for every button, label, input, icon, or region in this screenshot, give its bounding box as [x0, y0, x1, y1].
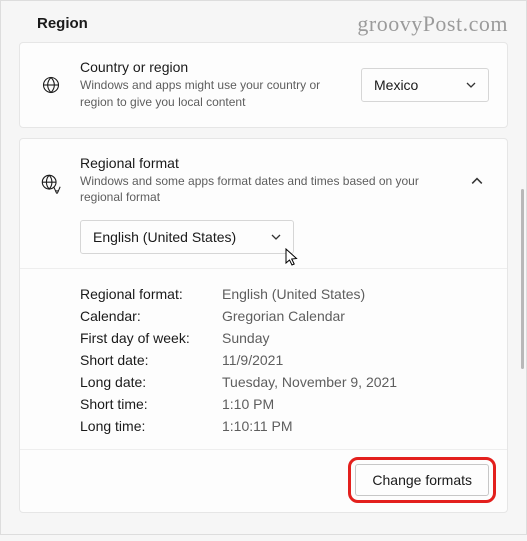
chevron-down-icon	[466, 80, 476, 90]
change-formats-button[interactable]: Change formats	[355, 464, 489, 496]
regional-format-select-value: English (United States)	[93, 229, 236, 245]
detail-row: Regional format: English (United States)	[80, 283, 489, 305]
detail-value: 1:10 PM	[222, 396, 274, 412]
country-select-value: Mexico	[374, 77, 418, 93]
detail-row: Calendar: Gregorian Calendar	[80, 305, 489, 327]
collapse-toggle[interactable]	[471, 175, 489, 187]
detail-row: Long time: 1:10:11 PM	[80, 415, 489, 437]
detail-value: Sunday	[222, 330, 269, 346]
detail-value: 11/9/2021	[222, 352, 283, 368]
detail-label: Long date:	[80, 374, 210, 390]
detail-row: First day of week: Sunday	[80, 327, 489, 349]
globe-icon	[38, 75, 64, 95]
chevron-up-icon	[471, 175, 489, 187]
detail-label: Short date:	[80, 352, 210, 368]
detail-value: English (United States)	[222, 286, 365, 302]
regional-format-title: Regional format	[80, 155, 455, 171]
detail-value: Tuesday, November 9, 2021	[222, 374, 397, 390]
detail-label: First day of week:	[80, 330, 210, 346]
detail-value: Gregorian Calendar	[222, 308, 345, 324]
language-globe-icon	[38, 173, 64, 195]
page-title: Region	[37, 15, 508, 32]
detail-value: 1:10:11 PM	[222, 418, 293, 434]
chevron-down-icon	[271, 232, 281, 242]
country-region-title: Country or region	[80, 59, 345, 75]
detail-label: Calendar:	[80, 308, 210, 324]
detail-row: Long date: Tuesday, November 9, 2021	[80, 371, 489, 393]
detail-label: Long time:	[80, 418, 210, 434]
detail-label: Regional format:	[80, 286, 210, 302]
regional-format-card: Regional format Windows and some apps fo…	[19, 138, 508, 514]
scrollbar[interactable]	[521, 189, 524, 369]
country-region-sub: Windows and apps might use your country …	[80, 77, 345, 111]
regional-format-select[interactable]: English (United States)	[80, 220, 294, 254]
detail-row: Short time: 1:10 PM	[80, 393, 489, 415]
regional-format-sub: Windows and some apps format dates and t…	[80, 173, 455, 207]
regional-format-details: Regional format: English (United States)…	[20, 268, 507, 441]
detail-row: Short date: 11/9/2021	[80, 349, 489, 371]
detail-label: Short time:	[80, 396, 210, 412]
country-region-card: Country or region Windows and apps might…	[19, 42, 508, 128]
country-select[interactable]: Mexico	[361, 68, 489, 102]
